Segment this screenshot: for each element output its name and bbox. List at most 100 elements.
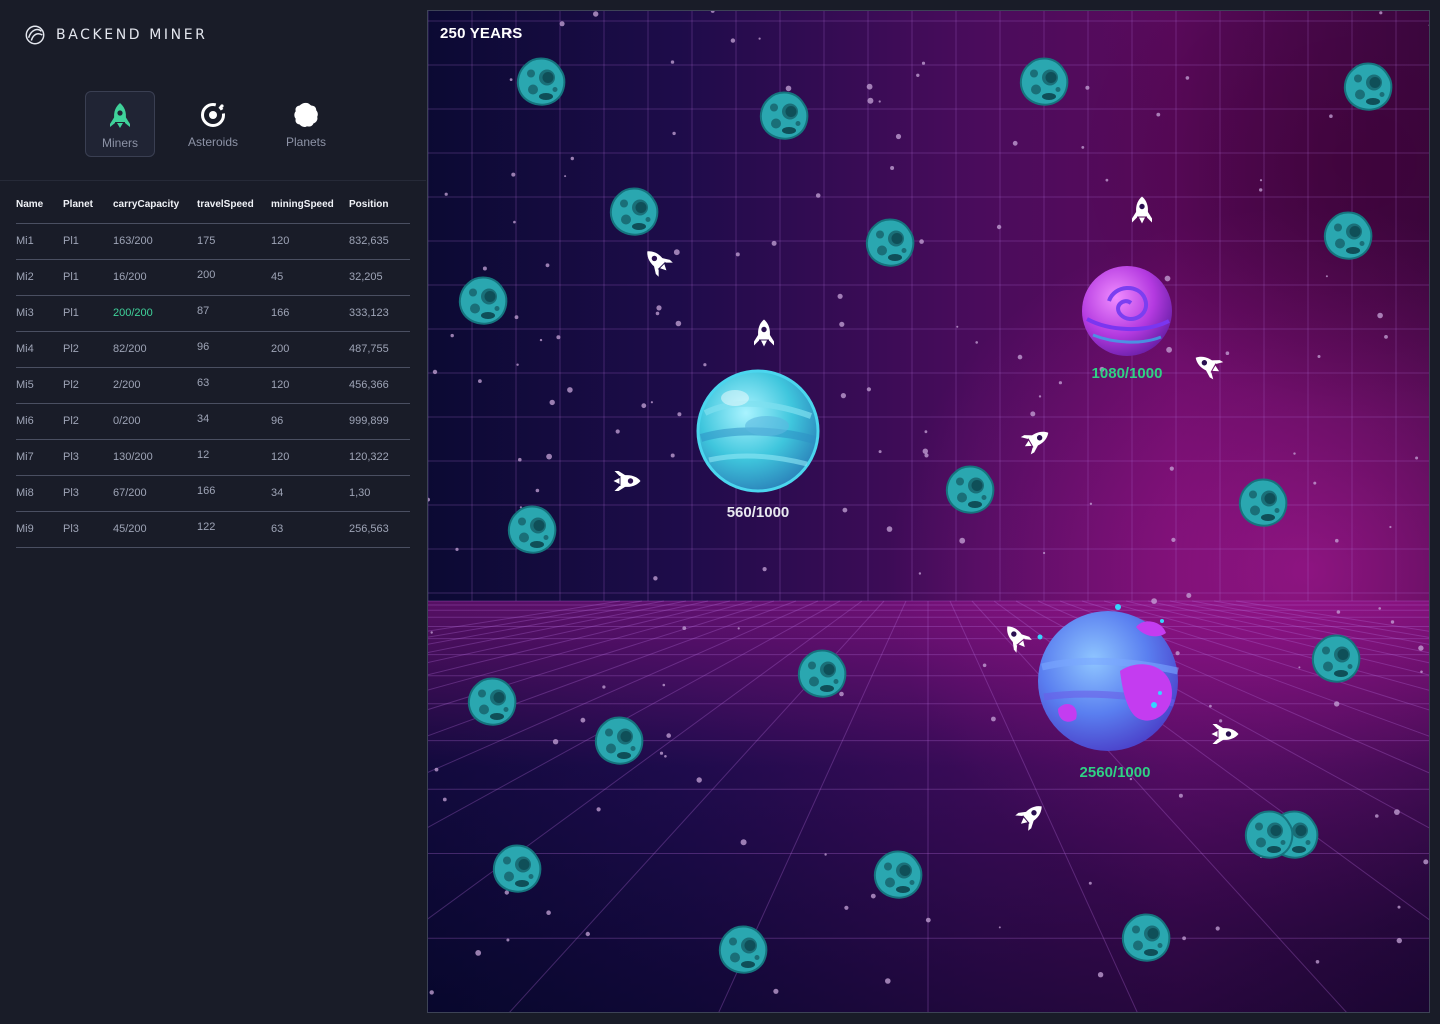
tab-label: Miners	[101, 136, 138, 150]
cell-position: 32,205	[349, 259, 410, 296]
cell-carry-capacity: 82/200	[113, 331, 197, 368]
cell-planet: Pl3	[63, 475, 113, 512]
column-header-planet[interactable]: Planet	[63, 186, 113, 224]
column-header-travel-speed[interactable]: travelSpeed	[197, 186, 271, 224]
miner-rocket-icon[interactable]	[751, 319, 777, 354]
cell-position: 832,635	[349, 223, 410, 260]
asteroid[interactable]	[593, 715, 645, 772]
elapsed-years: 250 YEARS	[440, 25, 523, 42]
cell-travel-speed: 166	[197, 475, 271, 512]
cell-position: 999,899	[349, 403, 410, 440]
asteroid[interactable]	[796, 648, 848, 705]
app-root: BACKEND MINER Miners Asteroids Planets N…	[0, 0, 1440, 1024]
cell-planet: Pl1	[63, 223, 113, 260]
table-row[interactable]: Mi6 Pl2 0/200 34 96 999,899	[16, 403, 410, 440]
asteroid[interactable]	[717, 924, 769, 981]
cell-position: 120,322	[349, 439, 410, 476]
cell-carry-capacity: 45/200	[113, 511, 197, 548]
brand: BACKEND MINER	[24, 24, 208, 46]
planet-cyan-progress: 560/1000	[726, 504, 790, 521]
cell-travel-speed: 175	[197, 223, 271, 260]
planet-magenta-progress: 1080/1000	[1091, 365, 1163, 382]
miner-rocket-icon[interactable]	[607, 468, 642, 494]
tab-miners[interactable]: Miners	[85, 91, 155, 157]
cell-travel-speed: 200	[197, 259, 271, 296]
cell-name: Mi1	[16, 223, 63, 260]
table-header-row: Name Planet carryCapacity travelSpeed mi…	[16, 186, 410, 224]
cell-name: Mi2	[16, 259, 63, 296]
asteroid[interactable]	[1018, 56, 1070, 113]
asteroid[interactable]	[1120, 912, 1172, 969]
table-row[interactable]: Mi7 Pl3 130/200 12 120 120,322	[16, 439, 410, 476]
column-header-position[interactable]: Position	[349, 186, 410, 224]
column-header-name[interactable]: Name	[16, 186, 63, 224]
column-header-mining-speed[interactable]: miningSpeed	[271, 186, 349, 224]
cell-position: 256,563	[349, 511, 410, 548]
brand-logo-icon	[25, 25, 45, 45]
asteroid[interactable]	[758, 90, 810, 147]
asteroid[interactable]	[1310, 633, 1362, 690]
cell-name: Mi8	[16, 475, 63, 512]
planet-magenta[interactable]	[1079, 263, 1175, 359]
asteroid[interactable]	[491, 843, 543, 900]
table-row[interactable]: Mi8 Pl3 67/200 166 34 1,30	[16, 475, 410, 512]
planet-blue-purple-progress: 2560/1000	[1079, 764, 1151, 781]
table-row[interactable]: Mi3 Pl1 200/200 87 166 333,123	[16, 295, 410, 332]
cell-planet: Pl2	[63, 331, 113, 368]
cell-carry-capacity: 2/200	[113, 367, 197, 404]
cell-carry-capacity: 67/200	[113, 475, 197, 512]
cell-name: Mi9	[16, 511, 63, 548]
cell-planet: Pl3	[63, 511, 113, 548]
tab-label: Planets	[285, 135, 327, 149]
cell-mining-speed: 200	[271, 331, 349, 368]
cell-travel-speed: 63	[197, 367, 271, 404]
planet-cyan[interactable]	[695, 368, 821, 494]
cell-carry-capacity: 163/200	[113, 223, 197, 260]
table-row[interactable]: Mi1 Pl1 163/200 175 120 832,635	[16, 223, 410, 260]
tab-asteroids[interactable]: Asteroids	[178, 91, 248, 157]
cell-planet: Pl3	[63, 439, 113, 476]
cell-position: 1,30	[349, 475, 410, 512]
asteroid[interactable]	[506, 504, 558, 561]
cell-travel-speed: 96	[197, 331, 271, 368]
cell-position: 456,366	[349, 367, 410, 404]
planet-blue-purple[interactable]	[1032, 597, 1192, 757]
miner-rocket-icon[interactable]	[1205, 721, 1240, 747]
asteroid[interactable]	[872, 849, 924, 906]
asteroid[interactable]	[864, 217, 916, 274]
tab-planets[interactable]: Planets	[271, 91, 341, 157]
column-header-carry-capacity[interactable]: carryCapacity	[113, 186, 197, 224]
rocket-icon	[106, 102, 134, 130]
asteroid[interactable]	[466, 676, 518, 733]
game-map[interactable]: 560/1000 1080/1000 2560/1000 250 YEARS	[427, 10, 1430, 1013]
cell-travel-speed: 12	[197, 439, 271, 476]
sidebar-divider	[0, 180, 426, 181]
cell-mining-speed: 63	[271, 511, 349, 548]
asteroid[interactable]	[1322, 210, 1374, 267]
cell-name: Mi5	[16, 367, 63, 404]
cell-mining-speed: 120	[271, 367, 349, 404]
cell-mining-speed: 120	[271, 223, 349, 260]
brand-title: BACKEND MINER	[56, 27, 208, 43]
table-row[interactable]: Mi9 Pl3 45/200 122 63 256,563	[16, 511, 410, 548]
sidebar: BACKEND MINER Miners Asteroids Planets N…	[0, 0, 426, 1024]
asteroid[interactable]	[1243, 809, 1295, 866]
miner-rocket-icon[interactable]	[1129, 196, 1155, 231]
cell-travel-speed: 122	[197, 511, 271, 548]
table-row[interactable]: Mi5 Pl2 2/200 63 120 456,366	[16, 367, 410, 404]
planet-icon	[292, 101, 320, 129]
table-row[interactable]: Mi2 Pl1 16/200 200 45 32,205	[16, 259, 410, 296]
cell-carry-capacity: 0/200	[113, 403, 197, 440]
asteroid[interactable]	[1342, 61, 1394, 118]
asteroid[interactable]	[944, 464, 996, 521]
cell-position: 333,123	[349, 295, 410, 332]
cell-mining-speed: 96	[271, 403, 349, 440]
tab-label: Asteroids	[187, 135, 239, 149]
asteroid[interactable]	[515, 56, 567, 113]
table-row[interactable]: Mi4 Pl2 82/200 96 200 487,755	[16, 331, 410, 368]
asteroid[interactable]	[608, 186, 660, 243]
asteroid[interactable]	[1237, 477, 1289, 534]
asteroid-icon	[199, 101, 227, 129]
cell-mining-speed: 45	[271, 259, 349, 296]
asteroid[interactable]	[457, 275, 509, 332]
